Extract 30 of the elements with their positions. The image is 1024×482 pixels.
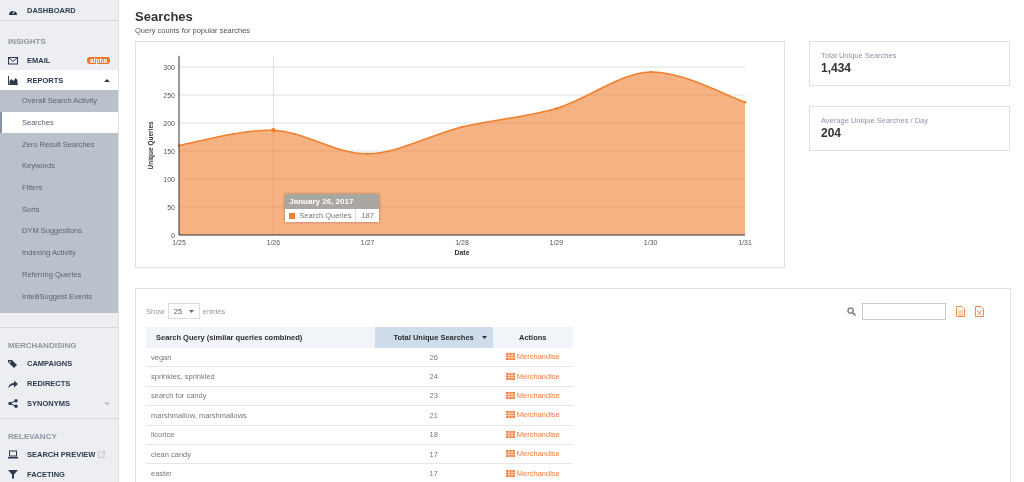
grid-icon xyxy=(505,411,515,419)
share-nodes-icon xyxy=(8,399,18,409)
document-icon[interactable] xyxy=(956,305,965,317)
sort-caret-icon xyxy=(481,336,487,339)
envelope-icon xyxy=(8,55,18,65)
grid-icon xyxy=(505,372,515,380)
grid-icon xyxy=(505,469,515,477)
stat-value: 204 xyxy=(821,126,843,140)
grid-icon xyxy=(505,430,515,438)
grid-icon xyxy=(505,391,515,399)
share-arrow-icon xyxy=(8,379,18,389)
laptop-icon xyxy=(8,450,18,460)
legend-swatch xyxy=(289,212,296,219)
tooltip-title: January 26, 2017 xyxy=(285,194,379,209)
section-heading: RELEVANCY xyxy=(7,430,58,443)
section-heading: INSIGHTS xyxy=(7,36,47,48)
caret-down-icon xyxy=(188,309,194,313)
section-heading: MERCHANDISING xyxy=(7,339,78,352)
caret-up-icon xyxy=(104,78,110,82)
caret-down-icon xyxy=(104,401,110,406)
area-chart-icon xyxy=(8,75,18,85)
page-title: Searches xyxy=(135,9,194,24)
search-icon xyxy=(847,306,856,316)
grid-icon xyxy=(505,353,515,361)
tags-icon xyxy=(8,359,18,369)
grid-icon xyxy=(505,450,515,458)
spreadsheet-icon[interactable] xyxy=(975,305,984,317)
stat-value: 1,434 xyxy=(821,61,853,75)
filter-icon xyxy=(8,470,18,480)
search-field[interactable] xyxy=(862,302,946,320)
